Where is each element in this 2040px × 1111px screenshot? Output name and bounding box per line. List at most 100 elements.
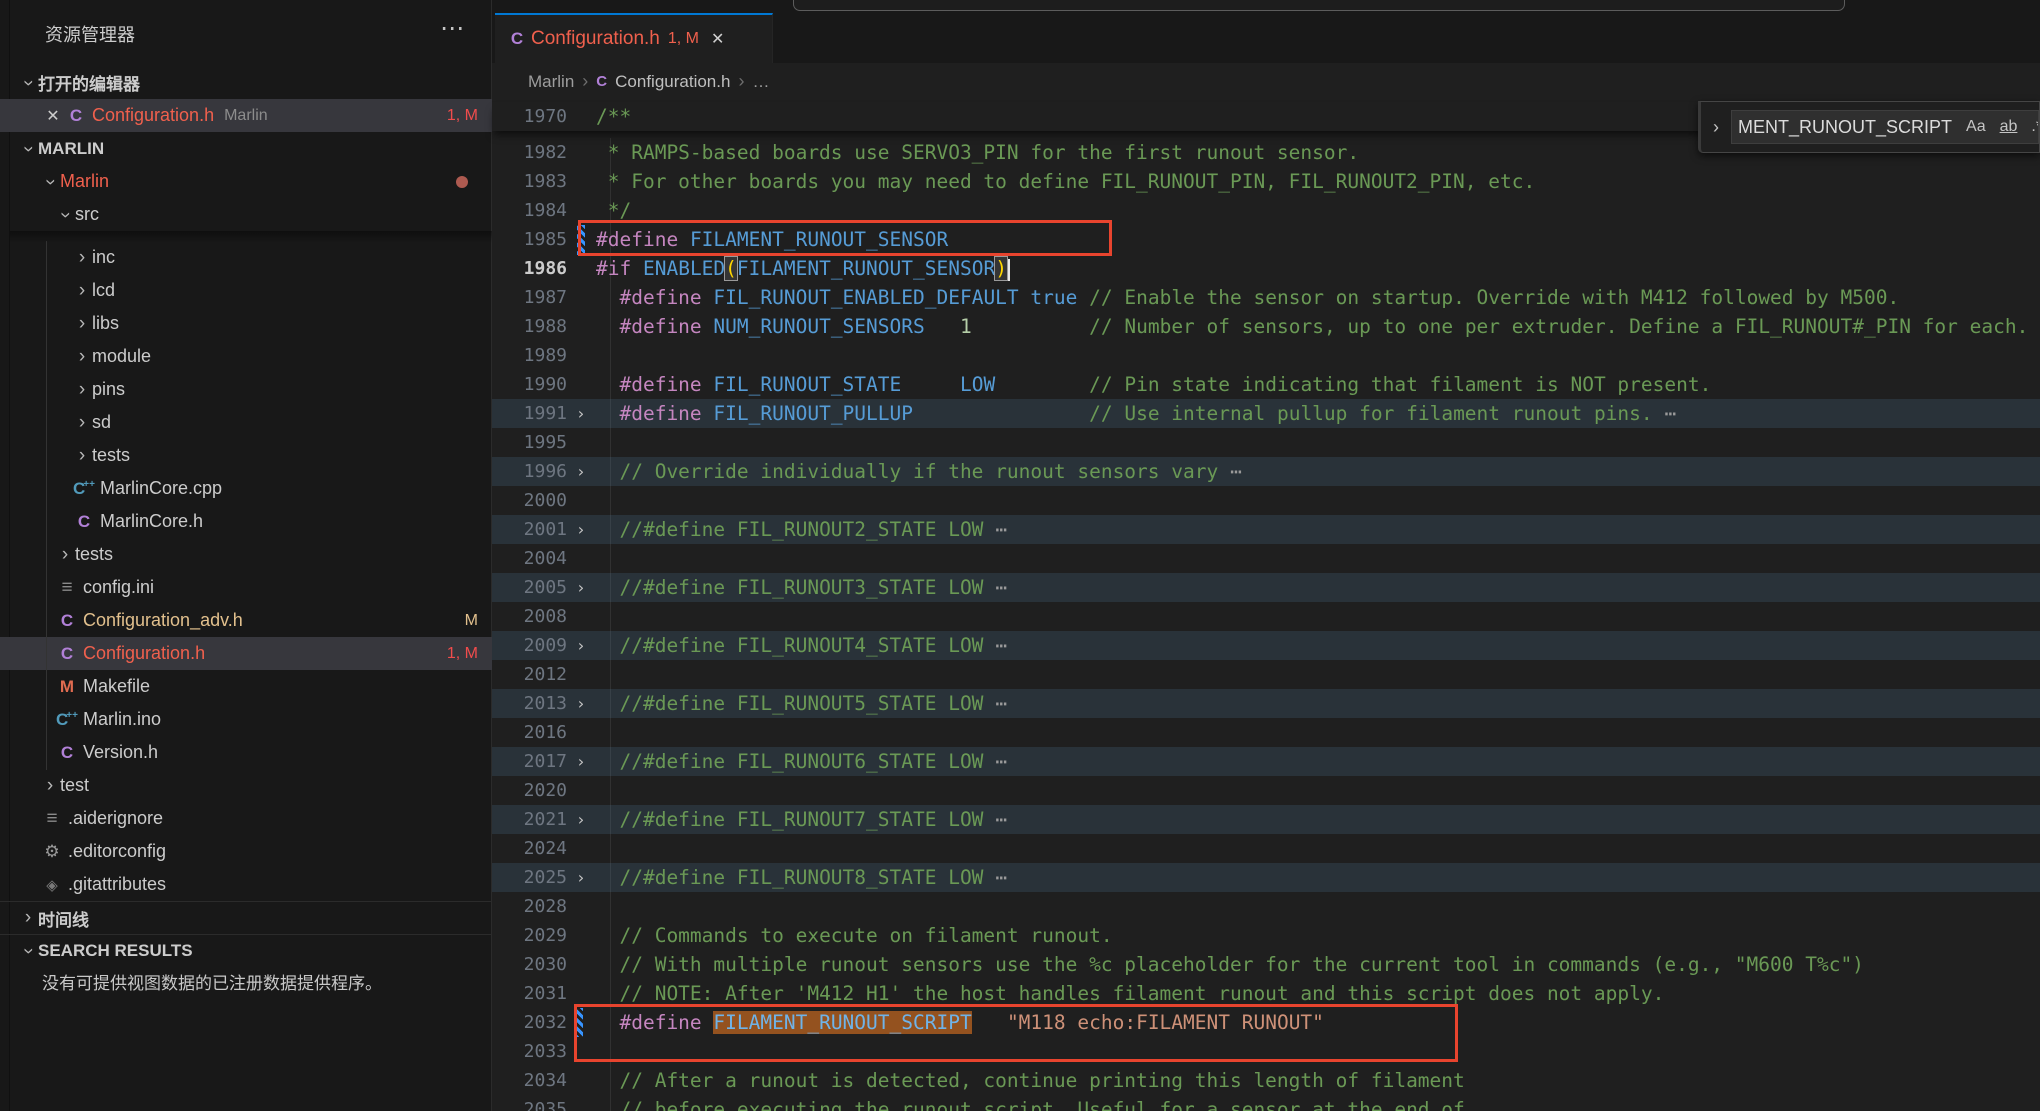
line-number[interactable]: 2021 — [492, 805, 567, 834]
tree-item-sd[interactable]: sd — [0, 406, 492, 439]
fold-chevron-icon[interactable]: › — [576, 631, 596, 660]
code-line-1988[interactable]: 1988 #define NUM_RUNOUT_SENSORS 1 // Num… — [492, 312, 2040, 341]
tree-item-MarlinCore.h[interactable]: CMarlinCore.h — [0, 505, 492, 538]
tree-item-lcd[interactable]: lcd — [0, 274, 492, 307]
breadcrumb-file[interactable]: Configuration.h — [615, 72, 730, 92]
tree-item-config.ini[interactable]: ≡config.ini — [0, 571, 492, 604]
tree-item-Version.h[interactable]: CVersion.h — [0, 736, 492, 769]
code-line-2004[interactable]: 2004 — [492, 544, 2040, 573]
code-line-1983[interactable]: 1983 * For other boards you may need to … — [492, 167, 2040, 196]
code-line-1989[interactable]: 1989 — [492, 341, 2040, 370]
code-line-2017[interactable]: 2017› //#define FIL_RUNOUT6_STATE LOW⋯ — [492, 747, 2040, 776]
code-line-2009[interactable]: 2009› //#define FIL_RUNOUT4_STATE LOW⋯ — [492, 631, 2040, 660]
line-number[interactable]: 2001 — [492, 515, 567, 544]
code-line-2035[interactable]: 2035 // before executing the runout scri… — [492, 1095, 2040, 1111]
breadcrumb-symbol[interactable]: … — [752, 72, 769, 92]
fold-chevron-icon[interactable]: › — [576, 573, 596, 602]
code-line-2029[interactable]: 2029 // Commands to execute on filament … — [492, 921, 2040, 950]
tree-item-module[interactable]: module — [0, 340, 492, 373]
section-MARLIN[interactable]: MARLIN — [0, 132, 492, 165]
toggle-replace-icon[interactable]: › — [1701, 117, 1731, 138]
code-line-1995[interactable]: 1995 — [492, 428, 2040, 457]
line-number[interactable]: 2020 — [492, 776, 567, 805]
line-number[interactable]: 1988 — [492, 312, 567, 341]
line-number[interactable]: 2025 — [492, 863, 567, 892]
line-number[interactable]: 1989 — [492, 341, 567, 370]
tree-item-Marlin[interactable]: Marlin — [0, 165, 492, 198]
tree-item-Makefile[interactable]: MMakefile — [0, 670, 492, 703]
line-number[interactable]: 1983 — [492, 167, 567, 196]
section-SEARCH RESULTS[interactable]: SEARCH RESULTS — [0, 934, 492, 967]
whole-word-button[interactable]: ab — [2000, 118, 2018, 136]
line-number[interactable]: 2004 — [492, 544, 567, 573]
fold-chevron-icon[interactable]: › — [576, 689, 596, 718]
code-line-1996[interactable]: 1996› // Override individually if the ru… — [492, 457, 2040, 486]
tree-item-tests[interactable]: tests — [0, 439, 492, 472]
code-line-1986[interactable]: 1986#if ENABLED(FILAMENT_RUNOUT_SENSOR) — [492, 254, 2040, 283]
line-number[interactable]: 1984 — [492, 196, 567, 225]
match-case-button[interactable]: Aa — [1966, 118, 1986, 136]
tree-item-.aiderignore[interactable]: ≡.aiderignore — [0, 802, 492, 835]
code-line-2020[interactable]: 2020 — [492, 776, 2040, 805]
tree-item-Marlin.ino[interactable]: C++Marlin.ino — [0, 703, 492, 736]
fold-chevron-icon[interactable]: › — [576, 863, 596, 892]
section-时间线[interactable]: 时间线 — [0, 901, 492, 934]
code-line-2025[interactable]: 2025› //#define FIL_RUNOUT8_STATE LOW⋯ — [492, 863, 2040, 892]
line-number[interactable]: 1985 — [492, 225, 567, 254]
fold-chevron-icon[interactable]: › — [576, 805, 596, 834]
line-number[interactable]: 1982 — [492, 138, 567, 167]
tree-item-MarlinCore.cpp[interactable]: C++MarlinCore.cpp — [0, 472, 492, 505]
code-line-1987[interactable]: 1987 #define FIL_RUNOUT_ENABLED_DEFAULT … — [492, 283, 2040, 312]
line-number[interactable]: 2031 — [492, 979, 567, 1008]
tree-item-libs[interactable]: libs — [0, 307, 492, 340]
tab-configuration-h[interactable]: C Configuration.h 1, M ✕ — [495, 13, 773, 63]
line-number[interactable]: 1986 — [492, 254, 567, 283]
code-line-2030[interactable]: 2030 // With multiple runout sensors use… — [492, 950, 2040, 979]
code-line-1990[interactable]: 1990 #define FIL_RUNOUT_STATE LOW // Pin… — [492, 370, 2040, 399]
tree-item-.editorconfig[interactable]: ⚙.editorconfig — [0, 835, 492, 868]
breadcrumb-folder[interactable]: Marlin — [528, 72, 574, 92]
line-number[interactable]: 2024 — [492, 834, 567, 863]
tree-item-Configuration.h[interactable]: CConfiguration.h1, M — [0, 637, 492, 670]
line-number[interactable]: 1987 — [492, 283, 567, 312]
tree-item-src[interactable]: src — [0, 198, 492, 231]
section-打开的编辑器[interactable]: 打开的编辑器 — [0, 66, 492, 99]
find-input[interactable]: MENT_RUNOUT_SCRIPT Aa ab .* — [1731, 110, 2039, 144]
line-number[interactable]: 2029 — [492, 921, 567, 950]
line-number[interactable]: 2000 — [492, 486, 567, 515]
regex-button[interactable]: .* — [2031, 118, 2039, 136]
line-number[interactable]: 2016 — [492, 718, 567, 747]
tree-item-test[interactable]: test — [0, 769, 492, 802]
line-number[interactable]: 1995 — [492, 428, 567, 457]
fold-chevron-icon[interactable]: › — [576, 515, 596, 544]
tree-item-.gitattributes[interactable]: ◈.gitattributes — [0, 868, 492, 901]
line-number[interactable]: 2032 — [492, 1008, 567, 1037]
line-number[interactable]: 2005 — [492, 573, 567, 602]
code-line-2016[interactable]: 2016 — [492, 718, 2040, 747]
code-line-2028[interactable]: 2028 — [492, 892, 2040, 921]
tree-item-inc[interactable]: inc — [0, 241, 492, 274]
line-number[interactable]: 1990 — [492, 370, 567, 399]
code-line-2013[interactable]: 2013› //#define FIL_RUNOUT5_STATE LOW⋯ — [492, 689, 2040, 718]
line-number[interactable]: 2013 — [492, 689, 567, 718]
code-line-2001[interactable]: 2001› //#define FIL_RUNOUT2_STATE LOW⋯ — [492, 515, 2040, 544]
line-number[interactable]: 2033 — [492, 1037, 567, 1066]
fold-chevron-icon[interactable]: › — [576, 457, 596, 486]
tree-item-Configuration.h[interactable]: ✕CConfiguration.hMarlin1, M — [0, 99, 492, 132]
line-number[interactable]: 2030 — [492, 950, 567, 979]
line-number[interactable]: 1970 — [492, 102, 567, 131]
code-line-2000[interactable]: 2000 — [492, 486, 2040, 515]
line-number[interactable]: 2008 — [492, 602, 567, 631]
fold-chevron-icon[interactable]: › — [576, 747, 596, 776]
code-line-2012[interactable]: 2012 — [492, 660, 2040, 689]
line-number[interactable]: 1991 — [492, 399, 567, 428]
code-line-2024[interactable]: 2024 — [492, 834, 2040, 863]
code-line-2008[interactable]: 2008 — [492, 602, 2040, 631]
line-number[interactable]: 1996 — [492, 457, 567, 486]
line-number[interactable]: 2035 — [492, 1095, 567, 1111]
fold-chevron-icon[interactable]: › — [576, 399, 596, 428]
line-number[interactable]: 2012 — [492, 660, 567, 689]
code-line-2034[interactable]: 2034 // After a runout is detected, cont… — [492, 1066, 2040, 1095]
code-line-2005[interactable]: 2005› //#define FIL_RUNOUT3_STATE LOW⋯ — [492, 573, 2040, 602]
close-icon[interactable]: ✕ — [42, 106, 64, 126]
